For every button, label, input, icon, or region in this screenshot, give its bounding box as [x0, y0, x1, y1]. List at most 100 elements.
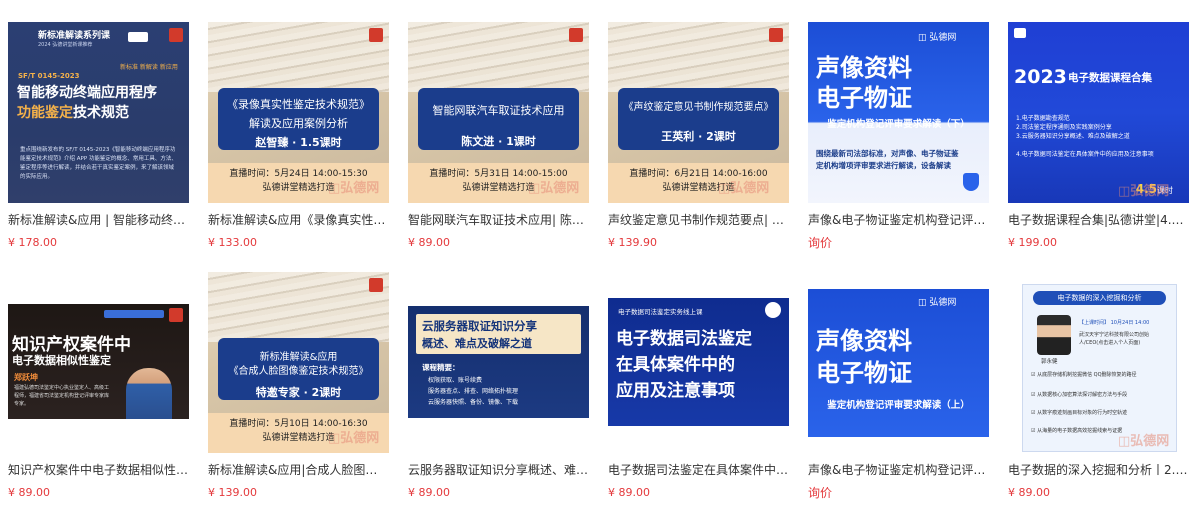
brand-icon: ◫ — [918, 298, 927, 308]
poster-image: 云服务器取证知识分享 概述、难点及破解之道 课程精要： 权限获取、账号续费 服务… — [408, 306, 589, 418]
poster-item: ☑ 从数据核心加密算法探讨解密方法与手段 — [1031, 392, 1128, 398]
product-thumbnail[interactable]: 新标准解读系列课 2024 弘德讲堂新课推荐 SF/T 0145-2023 智能… — [8, 22, 189, 203]
product-thumbnail[interactable]: 2023 电子数据课程合集 1.电子数据勘查规范 2.司法鉴定程序通则及实践案例… — [1008, 22, 1189, 203]
checkbox-icon: ☑ — [1031, 410, 1036, 416]
redtag-icon — [569, 28, 583, 42]
product-card[interactable]: 电子数据的深入挖掘和分析 郭永健 【上课时间】 10月24日 14:00 武汉天… — [1008, 272, 1189, 501]
product-title[interactable]: 新标准解读&应用 | 智能移动终端应用程序功能鉴定技术规范 — [8, 212, 189, 228]
poster-item: ☑ 从底层存储机制挖掘微信 QQ删除恢复的路径 — [1031, 372, 1137, 378]
product-price: ¥ 139.00 — [208, 486, 257, 499]
poster-org: 武汉天宇宁达科技有限公司创始人/CEO(点击进入个人页面) — [1079, 332, 1150, 346]
product-thumbnail[interactable]: 《录像真实性鉴定技术规范》 解读及应用案例分析 赵智臻 · 1.5课时 直播时间… — [208, 22, 389, 203]
product-thumbnail[interactable]: 新标准解读&应用 《合成人脸图像鉴定技术规范》 特邀专家 · 2课时 直播时间：… — [208, 272, 389, 453]
product-price: 询价 — [808, 486, 833, 500]
poster-bullet: 权限获取、账号续费 — [428, 377, 483, 384]
redtag-icon — [169, 28, 183, 42]
poster-description: 福建弘德司法鉴定中心执业鉴定人、高级工程师，福建省司法鉴定机构登记评审专家库专家… — [14, 385, 110, 407]
poster-ribbon: 鉴定机构登记评审要求解读（上） — [827, 400, 970, 411]
product-thumbnail[interactable]: 电子数据的深入挖掘和分析 郭永健 【上课时间】 10月24日 14:00 武汉天… — [1008, 272, 1189, 453]
poster-description: 重点围绕新发布的 SF/T 0145-2023《智能移动终端应用程序功能鉴定技术… — [20, 147, 177, 180]
product-thumbnail[interactable]: ◫ 弘德网 声像资料 电子物证 鉴定机构登记评审要求解读（下） 围绕最新司法部标… — [808, 22, 989, 203]
poster-time: 【上课时间】 10月24日 14:00 — [1079, 320, 1150, 326]
poster-top-label: 电子数据司法鉴定实务线上课 — [618, 308, 703, 316]
speaker-photo — [1037, 315, 1071, 355]
product-card[interactable]: 2023 电子数据课程合集 1.电子数据勘查规范 2.司法鉴定程序通则及实践案例… — [1008, 22, 1189, 251]
poster-title-2: 概述、难点及破解之道 — [422, 337, 532, 350]
product-price: ¥ 89.00 — [408, 486, 450, 499]
product-card[interactable]: ◫ 弘德网 声像资料 电子物证 鉴定机构登记评审要求解读（下） 围绕最新司法部标… — [808, 22, 989, 251]
product-price: ¥ 89.00 — [8, 486, 50, 499]
poster-series-sub: 2024 弘德讲堂新课推荐 — [38, 42, 93, 48]
poster-main-title: 智能移动终端应用程序 — [17, 85, 157, 101]
poster-background — [208, 22, 389, 92]
poster-headline: 新标准解读&应用 — [259, 352, 338, 363]
product-card[interactable]: 新标准解读系列课 2024 弘德讲堂新课推荐 SF/T 0145-2023 智能… — [8, 22, 189, 251]
redtag-icon — [369, 278, 383, 292]
redtag-icon — [769, 28, 783, 42]
product-title[interactable]: 声像&电子物证鉴定机构登记评审要求解读（上） — [808, 462, 989, 478]
product-thumbnail[interactable]: 电子数据司法鉴定实务线上课 电子数据司法鉴定 在具体案件中的 应用及注意事项 — [608, 272, 789, 453]
poster-main-tail: 技术规范 — [73, 105, 129, 121]
product-title[interactable]: 智能网联汽车取证技术应用| 陈文进 — [408, 212, 589, 228]
poster-speaker: 郑跃坤 — [14, 373, 38, 382]
poster-headline: 智能网联汽车取证技术应用 — [432, 104, 565, 117]
product-title[interactable]: 电子数据课程合集|弘德讲堂|4.5课时 — [1008, 212, 1189, 228]
poster-heading: 电子数据的深入挖掘和分析 — [1033, 291, 1166, 305]
product-title[interactable]: 声像&电子物证鉴定机构登记评审要求解读（下） — [808, 212, 989, 228]
poster-tagline: 新标准 新解读 新应用 — [120, 64, 178, 71]
logo-icon — [1014, 28, 1026, 38]
poster-item: 1.电子数据勘查规范 — [1016, 115, 1070, 122]
poster-speaker: 王英利 · 2课时 — [661, 130, 736, 143]
poster-description: 围绕最新司法部标准，对声像、电子物证鉴定机构增项评审要求进行解读，设备解读 — [816, 149, 959, 170]
product-title[interactable]: 知识产权案件中电子数据相似性鉴定| 郑跃坤 — [8, 462, 189, 478]
poster-background — [408, 22, 589, 92]
product-card[interactable]: 智能网联汽车取证技术应用 陈文进 · 1课时 直播时间：5月31日 14:00-… — [408, 22, 589, 251]
product-price: 询价 — [808, 236, 833, 250]
product-thumbnail[interactable]: ◫ 弘德网 声像资料 电子物证 鉴定机构登记评审要求解读（上） — [808, 272, 989, 453]
shield-icon — [963, 173, 979, 191]
product-title[interactable]: 新标准解读&应用|合成人脸图像鉴定技术规范 — [208, 462, 389, 478]
poster-bullet: 服务器查点、排查、网络拓扑梳理 — [428, 388, 519, 395]
poster-item: 4.电子数据司法鉴定在具体案件中的应用及注意事项 — [1016, 151, 1154, 158]
product-title[interactable]: 电子数据的深入挖掘和分析丨2.5课时 — [1008, 462, 1189, 478]
poster-heading: 电子数据课程合集 — [1068, 72, 1152, 84]
redtag-icon — [369, 28, 383, 42]
watermark-logo: ◫弘德网 — [528, 181, 580, 196]
poster-speaker: 特邀专家 · 2课时 — [255, 386, 342, 399]
product-thumbnail[interactable]: 智能网联汽车取证技术应用 陈文进 · 1课时 直播时间：5月31日 14:00-… — [408, 22, 589, 203]
poster-code: SF/T 0145-2023 — [18, 72, 80, 80]
product-title[interactable]: 声纹鉴定意见书制作规范要点| 王英利 — [608, 212, 789, 228]
poster-title: 云服务器取证知识分享 — [422, 319, 537, 333]
checkbox-icon: ☑ — [1031, 372, 1036, 378]
watermark-logo: ◫弘德网 — [1118, 184, 1170, 199]
poster-big-title-3: 应用及注意事项 — [616, 381, 735, 401]
product-price: ¥ 89.00 — [1008, 486, 1050, 499]
speaker-photo — [126, 368, 172, 419]
poster-headline-2: 解读及应用案例分析 — [249, 117, 348, 130]
poster-big-title: 声像资料 — [816, 327, 912, 355]
poster-item: ☑ 从数字痕迹刻画目标对象的行为时空轨迹 — [1031, 410, 1128, 416]
product-card[interactable]: 《声纹鉴定意见书制作规范要点》 王英利 · 2课时 直播时间：6月21日 14:… — [608, 22, 789, 251]
redtag-icon — [169, 308, 183, 322]
product-card[interactable]: 知识产权案件中 电子数据相似性鉴定 郑跃坤 福建弘德司法鉴定中心执业鉴定人、高级… — [8, 272, 189, 501]
product-card[interactable]: ◫ 弘德网 声像资料 电子物证 鉴定机构登记评审要求解读（上） 声像&电子物证鉴… — [808, 272, 989, 501]
poster-big-title-2: 在具体案件中的 — [616, 355, 735, 375]
product-thumbnail[interactable]: 云服务器取证知识分享 概述、难点及破解之道 课程精要： 权限获取、账号续费 服务… — [408, 272, 589, 453]
product-card[interactable]: 云服务器取证知识分享 概述、难点及破解之道 课程精要： 权限获取、账号续费 服务… — [408, 272, 589, 501]
product-title[interactable]: 电子数据司法鉴定在具体案件中的应用及注意事项 — [608, 462, 789, 478]
product-thumbnail[interactable]: 《声纹鉴定意见书制作规范要点》 王英利 · 2课时 直播时间：6月21日 14:… — [608, 22, 789, 203]
product-thumbnail[interactable]: 知识产权案件中 电子数据相似性鉴定 郑跃坤 福建弘德司法鉴定中心执业鉴定人、高级… — [8, 272, 189, 453]
product-card[interactable]: 电子数据司法鉴定实务线上课 电子数据司法鉴定 在具体案件中的 应用及注意事项 电… — [608, 272, 789, 501]
poster-item: 3.云服务器知识分享概述、难点及破解之道 — [1016, 133, 1130, 140]
poster-speaker: 陈文进 · 1课时 — [461, 135, 536, 148]
product-card[interactable]: 新标准解读&应用 《合成人脸图像鉴定技术规范》 特邀专家 · 2课时 直播时间：… — [208, 272, 389, 501]
poster-background — [608, 22, 789, 92]
product-card[interactable]: 《录像真实性鉴定技术规范》 解读及应用案例分析 赵智臻 · 1.5课时 直播时间… — [208, 22, 389, 251]
poster-section-label: 课程精要： — [422, 363, 460, 372]
product-price: ¥ 139.90 — [608, 236, 657, 249]
poster-year: 2023 — [1014, 66, 1067, 88]
poster-image: 电子数据司法鉴定实务线上课 电子数据司法鉴定 在具体案件中的 应用及注意事项 — [608, 298, 789, 426]
poster-item: 2.司法鉴定程序通则及实践案例分享 — [1016, 124, 1112, 131]
product-title[interactable]: 云服务器取证知识分享概述、难点及破解之道 — [408, 462, 589, 478]
product-title[interactable]: 新标准解读&应用《录像真实性鉴定技术规范》解读及应用案例分析 — [208, 212, 389, 228]
